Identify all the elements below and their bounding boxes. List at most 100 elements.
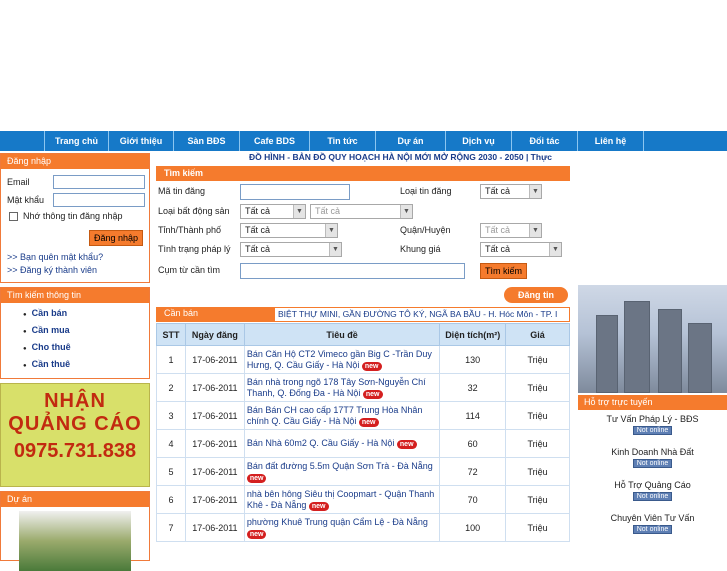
- col-price: Giá: [505, 323, 570, 346]
- remember-checkbox[interactable]: [9, 212, 18, 221]
- nav-home[interactable]: Trang chủ: [45, 131, 109, 151]
- price-select[interactable]: Tất cả ▼: [480, 242, 562, 257]
- register-link[interactable]: >> Đăng ký thành viên: [7, 265, 97, 275]
- listing-title[interactable]: Bán đất đường 5.5m Quận Sơn Trà - Đà Nẵn…: [247, 461, 433, 471]
- cell-stt: 6: [156, 485, 186, 514]
- nav-spacer-end: [644, 131, 727, 151]
- cell-area: 130: [439, 345, 507, 374]
- nav-projects[interactable]: Dự án: [376, 131, 446, 151]
- online-status-icon[interactable]: Not online: [632, 525, 673, 534]
- table-row[interactable]: 4 17-06-2011 Bán Nhà 60m2 Q. Cầu Giấy - Hà…: [156, 429, 570, 458]
- nav-services[interactable]: Dịch vụ: [446, 131, 512, 151]
- cell-title[interactable]: Bán Căn Hộ CT2 Vimeco gần Big C -Trần Du…: [243, 345, 441, 374]
- table-row[interactable]: 2 17-06-2011 Bán nhà trong ngõ 178 Tây Sơn…: [156, 373, 570, 402]
- search-info-rent[interactable]: Cần thuê: [23, 357, 149, 374]
- table-row[interactable]: 1 17-06-2011 Bán Căn Hộ CT2 Vimeco gần Big…: [156, 345, 570, 374]
- table-row[interactable]: 3 17-06-2011 Bán Bán CH cao cấp 17T7 Trung…: [156, 401, 570, 430]
- listing-title[interactable]: Bán Căn Hộ CT2 Vimeco gần Big C -Trần Du…: [247, 349, 432, 370]
- listing-ticker[interactable]: BIỆT THỰ MINI, GẦN ĐƯỜNG TÔ KÝ, NGÃ BA B…: [274, 307, 570, 322]
- cell-title[interactable]: Bán nhà trong ngõ 178 Tây Sơn-Nguyễn Chí…: [243, 373, 441, 402]
- listing-title[interactable]: Bán Nhà 60m2 Q. Cầu Giấy - Hà Nội: [247, 438, 395, 448]
- province-select[interactable]: Tất cả ▼: [240, 223, 338, 238]
- support-name: Hỗ Trợ Quảng Cáo: [614, 480, 691, 490]
- type-select-value: Tất cả: [485, 186, 511, 196]
- listing-title[interactable]: nhà bên hông Siêu thị Coopmart - Quận Th…: [247, 489, 434, 510]
- property-sub-select-value: Tất cả: [315, 206, 341, 216]
- search-button[interactable]: Tìm kiếm: [480, 263, 527, 279]
- table-header: STT Ngày đăng Tiêu đề Diện tích(m²) Giá: [156, 323, 570, 346]
- code-input[interactable]: [240, 184, 350, 200]
- post-listing-button[interactable]: Đăng tin: [504, 287, 568, 303]
- project-header: Dự án: [1, 492, 149, 507]
- ad-line1: NHẬN: [44, 390, 106, 412]
- listing-title[interactable]: Bán nhà trong ngõ 178 Tây Sơn-Nguyễn Chí…: [247, 377, 426, 398]
- tower-shape: [658, 309, 682, 393]
- news-marquee[interactable]: ĐỒ HÌNH - BẢN ĐỒ QUY HOẠCH HÀ NỘI MỚI MỞ…: [156, 151, 570, 165]
- login-button[interactable]: Đăng nhập: [89, 230, 144, 246]
- price-label: Khung giá: [400, 244, 441, 254]
- nav-news[interactable]: Tin tức: [310, 131, 376, 151]
- search-info-box: Tìm kiếm thông tin Cần bán Cần mua Cho t…: [0, 287, 150, 379]
- listing-title[interactable]: phường Khuê Trung quận Cẩm Lệ - Đà Nẵng: [247, 517, 428, 527]
- search-info-buy[interactable]: Cần mua: [23, 323, 149, 340]
- forgot-password-link[interactable]: >> Bạn quên mật khẩu?: [7, 252, 103, 262]
- table-row[interactable]: 7 17-06-2011 phường Khuê Trung quận Cẩm Lệ…: [156, 513, 570, 542]
- project-image[interactable]: [19, 511, 131, 571]
- type-select[interactable]: Tất cả ▼: [480, 184, 542, 199]
- new-badge: new: [358, 417, 379, 427]
- search-info-rent-out[interactable]: Cho thuê: [23, 340, 149, 357]
- table-row[interactable]: 6 17-06-2011 nhà bên hông Siêu thị Coopmar…: [156, 485, 570, 514]
- cell-title[interactable]: Bán đất đường 5.5m Quận Sơn Trà - Đà Nẵn…: [243, 457, 441, 486]
- online-status-icon[interactable]: Not online: [632, 426, 673, 435]
- col-date: Ngày đăng: [184, 323, 245, 346]
- password-field[interactable]: [53, 193, 145, 207]
- table-row[interactable]: 5 17-06-2011 Bán đất đường 5.5m Quận Sơn T…: [156, 457, 570, 486]
- online-status-icon[interactable]: Not online: [632, 492, 673, 501]
- advertising-banner[interactable]: NHẬN QUẢNG CÁO 0975.731.838: [0, 383, 150, 487]
- property-select[interactable]: Tất cả ▼: [240, 204, 306, 219]
- nav-contact[interactable]: Liên hệ: [578, 131, 644, 151]
- search-header: Tìm kiếm: [156, 166, 570, 181]
- support-header: Hỗ trợ trực tuyến: [578, 395, 727, 410]
- chevron-down-icon: ▼: [325, 224, 337, 237]
- cell-area: 32: [439, 373, 507, 402]
- tower-shape: [624, 301, 650, 393]
- legal-select[interactable]: Tất cả ▼: [240, 242, 342, 257]
- search-info-sell[interactable]: Cần bán: [23, 306, 149, 323]
- cell-price: Triệu: [505, 513, 570, 542]
- district-select[interactable]: Tất cả ▼: [480, 223, 542, 238]
- province-label: Tỉnh/Thành phố: [158, 225, 222, 235]
- support-item: Chuyên Viên Tư Vấn Not online: [578, 509, 727, 542]
- cell-title[interactable]: nhà bên hông Siêu thị Coopmart - Quận Th…: [243, 485, 441, 514]
- chevron-down-icon: ▼: [549, 243, 561, 256]
- listing-table: STT Ngày đăng Tiêu đề Diện tích(m²) Giá …: [156, 323, 570, 542]
- nav-exchange[interactable]: Sàn BĐS: [174, 131, 240, 151]
- new-badge: new: [246, 529, 267, 539]
- nav-partners[interactable]: Đối tác: [512, 131, 578, 151]
- cell-stt: 7: [156, 513, 186, 542]
- price-select-value: Tất cả: [485, 244, 511, 254]
- support-item: Hỗ Trợ Quảng Cáo Not online: [578, 476, 727, 509]
- nav-spacer: [0, 131, 45, 151]
- listing-title[interactable]: Bán Bán CH cao cấp 17T7 Trung Hòa Nhân c…: [247, 405, 423, 426]
- property-sub-select[interactable]: Tất cả ▼: [310, 204, 413, 219]
- new-badge: new: [361, 361, 382, 371]
- keyword-label: Cụm từ cần tìm: [158, 265, 221, 275]
- email-field[interactable]: [53, 175, 145, 189]
- building-banner[interactable]: [578, 285, 727, 393]
- keyword-input[interactable]: [240, 263, 465, 279]
- cell-title[interactable]: Bán Nhà 60m2 Q. Cầu Giấy - Hà Nội new: [243, 429, 441, 458]
- col-area: Diện tích(m²): [439, 323, 507, 346]
- project-box: Dự án: [0, 491, 150, 571]
- support-name: Kinh Doanh Nhà Đất: [611, 447, 694, 457]
- cell-title[interactable]: Bán Bán CH cao cấp 17T7 Trung Hòa Nhân c…: [243, 401, 441, 430]
- search-form: Mã tin đăng Loại tin đăng Tất cả ▼ Loại b…: [156, 181, 570, 303]
- listing-tag[interactable]: Cần bán: [156, 307, 274, 322]
- online-status-icon[interactable]: Not online: [632, 459, 673, 468]
- nav-about[interactable]: Giới thiệu: [109, 131, 174, 151]
- nav-cafe[interactable]: Cafe BDS: [240, 131, 310, 151]
- password-label: Mật khẩu: [7, 195, 45, 205]
- cell-title[interactable]: phường Khuê Trung quận Cẩm Lệ - Đà Nẵng …: [243, 513, 441, 542]
- code-label: Mã tin đăng: [158, 186, 206, 196]
- district-select-value: Tất cả: [485, 225, 511, 235]
